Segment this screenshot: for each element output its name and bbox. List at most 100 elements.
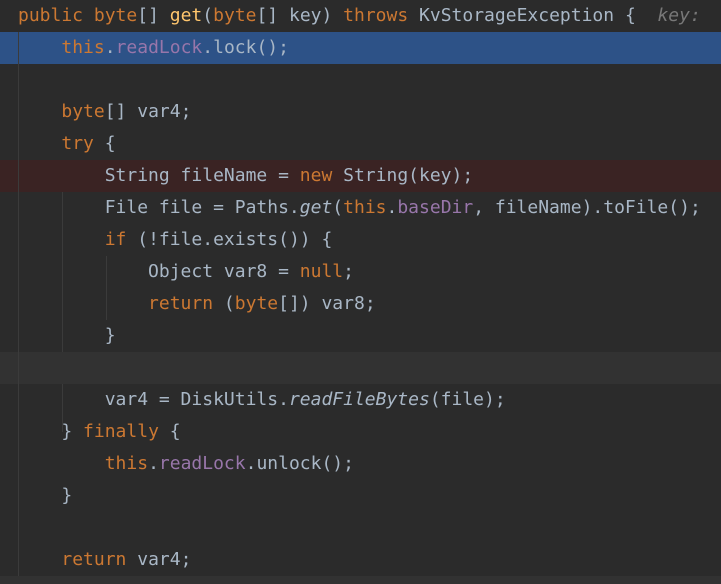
- code-token: return: [148, 293, 214, 314]
- code-line-text: return var4;: [18, 544, 191, 576]
- code-line[interactable]: Object var8 = null;: [0, 256, 721, 288]
- code-token: [] var4;: [104, 101, 192, 122]
- indent-guide: [62, 192, 63, 352]
- code-token: {: [158, 421, 181, 442]
- code-token: (: [332, 197, 344, 218]
- code-token: .: [148, 453, 159, 474]
- code-token: []: [137, 5, 170, 26]
- code-line-text: try {: [18, 128, 116, 160]
- code-token: readLock: [115, 37, 203, 58]
- code-line-text: if (!file.exists()) {: [18, 224, 333, 256]
- code-token: .: [386, 197, 398, 218]
- code-line[interactable]: String fileName = new String(key);: [0, 160, 721, 192]
- code-lines: public byte[] get(byte[] key) throws KvS…: [0, 0, 721, 576]
- code-token: var4 = DiskUtils.: [104, 389, 289, 410]
- code-token: try: [61, 133, 94, 154]
- code-token: readLock: [158, 453, 246, 474]
- code-line-text: this.readLock.lock();: [18, 32, 289, 64]
- code-token: }: [61, 485, 73, 506]
- code-line[interactable]: }: [0, 480, 721, 512]
- code-token: Object var8 =: [148, 261, 300, 282]
- code-token: this: [61, 37, 105, 58]
- code-token: get: [299, 197, 333, 218]
- code-token: String(key);: [332, 165, 474, 186]
- code-token: , fileName).toFile();: [473, 197, 701, 218]
- code-line[interactable]: this.readLock.unlock();: [0, 448, 721, 480]
- code-line-text: var4 = DiskUtils.readFileBytes(file);: [18, 384, 506, 416]
- code-token: KvStorageException {: [408, 5, 658, 26]
- code-token: readFileBytes: [288, 389, 430, 410]
- code-line[interactable]: if (!file.exists()) {: [0, 224, 721, 256]
- code-token: {: [93, 133, 116, 154]
- code-line[interactable]: [0, 512, 721, 544]
- code-token: (!file.exists()) {: [126, 229, 333, 250]
- code-token: byte: [234, 293, 279, 314]
- code-line[interactable]: var4 = DiskUtils.readFileBytes(file);: [0, 384, 721, 416]
- code-token: return: [61, 549, 127, 570]
- code-token: this: [343, 197, 387, 218]
- code-token: File file = Paths.: [104, 197, 300, 218]
- code-line-text: public byte[] get(byte[] key) throws KvS…: [18, 0, 701, 32]
- code-token: }: [104, 325, 116, 346]
- code-token: }: [61, 421, 84, 442]
- code-token: throws: [343, 5, 409, 26]
- code-line-text: this.readLock.unlock();: [18, 448, 354, 480]
- code-line-text: byte[] var4;: [18, 96, 191, 128]
- code-line[interactable]: }: [0, 320, 721, 352]
- code-line[interactable]: } finally {: [0, 416, 721, 448]
- code-line[interactable]: return (byte[]) var8;: [0, 288, 721, 320]
- code-line-text: }: [18, 480, 72, 512]
- code-token: .unlock();: [245, 453, 354, 474]
- code-line-text: return (byte[]) var8;: [18, 288, 376, 320]
- code-line[interactable]: public byte[] get(byte[] key) throws KvS…: [0, 0, 721, 32]
- code-line[interactable]: [0, 64, 721, 96]
- indent-guide: [106, 256, 107, 320]
- code-token: (file);: [429, 389, 506, 410]
- code-editor[interactable]: public byte[] get(byte[] key) throws KvS…: [0, 0, 721, 584]
- indent-guide: [62, 384, 63, 432]
- code-line-text: Object var8 = null;: [18, 256, 354, 288]
- code-line-text: File file = Paths.get(this.baseDir, file…: [18, 192, 701, 224]
- code-token: .lock();: [202, 37, 289, 58]
- code-token: baseDir: [397, 197, 474, 218]
- code-token: public: [18, 5, 84, 26]
- code-token: ;: [343, 261, 354, 282]
- code-line-text: }: [18, 320, 116, 352]
- code-line[interactable]: return var4;: [0, 544, 721, 576]
- code-token: get: [169, 5, 203, 26]
- code-line-text: String fileName = new String(key);: [18, 160, 473, 192]
- code-line[interactable]: [0, 352, 721, 384]
- code-token: [] key): [256, 5, 344, 26]
- code-token: byte: [93, 5, 138, 26]
- code-token: byte: [213, 5, 257, 26]
- horizontal-scrollbar[interactable]: [0, 576, 721, 584]
- code-token: this: [104, 453, 149, 474]
- code-token: byte: [61, 101, 105, 122]
- code-token: (: [213, 293, 235, 314]
- code-token: String fileName =: [104, 165, 300, 186]
- code-line[interactable]: File file = Paths.get(this.baseDir, file…: [0, 192, 721, 224]
- code-line-text: } finally {: [18, 416, 181, 448]
- code-token: if: [104, 229, 127, 250]
- code-line[interactable]: byte[] var4;: [0, 96, 721, 128]
- indent-guide: [18, 32, 19, 576]
- code-token: finally: [83, 421, 159, 442]
- code-line[interactable]: this.readLock.lock();: [0, 32, 721, 64]
- code-token: .: [104, 37, 116, 58]
- code-token: null: [299, 261, 344, 282]
- code-line[interactable]: try {: [0, 128, 721, 160]
- code-token: []) var8;: [278, 293, 376, 314]
- code-token: (: [202, 5, 214, 26]
- code-token: var4;: [126, 549, 192, 570]
